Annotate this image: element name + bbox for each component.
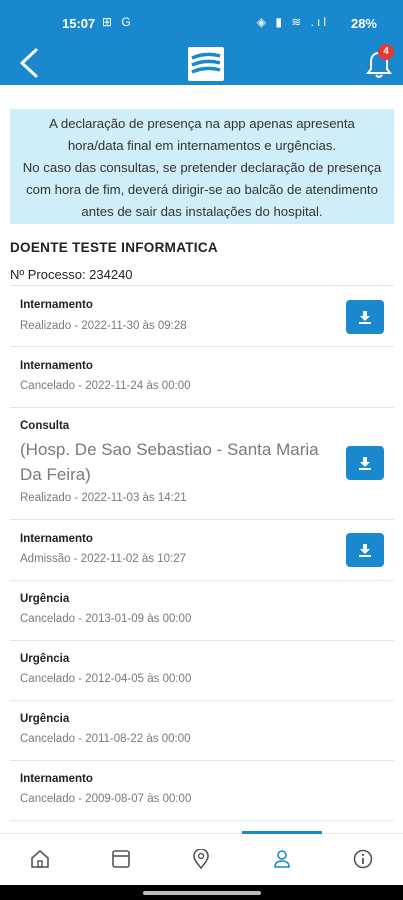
- record-status: Realizado - 2022-11-03 às 14:21: [20, 492, 187, 504]
- presence-declaration-notice: A declaração de presença na app apenas a…: [10, 109, 394, 224]
- download-button[interactable]: [346, 300, 384, 334]
- battery-level: 28%: [350, 16, 377, 31]
- record-item: Internamento Realizado - 2022-11-30 às 0…: [10, 286, 394, 347]
- record-type: Internamento: [20, 299, 93, 311]
- record-item: Internamento Admissão - 2022-11-02 às 10…: [10, 520, 394, 581]
- record-type: Urgência: [20, 713, 70, 725]
- app-logo: [188, 47, 224, 81]
- record-type: Urgência: [20, 593, 70, 605]
- home-icon: [31, 850, 49, 868]
- record-type: Consulta: [20, 420, 70, 432]
- status-left-icons: ⊞ G: [102, 15, 134, 29]
- record-status: Admissão - 2022-11-02 às 10:27: [20, 553, 186, 565]
- notification-badge: 4: [378, 44, 394, 60]
- card-icon: [112, 850, 130, 868]
- record-item: Urgência Cancelado - 2013-01-09 às 00:00: [10, 581, 394, 641]
- nav-info[interactable]: [323, 834, 403, 886]
- home-gesture-handle[interactable]: [143, 891, 261, 895]
- status-time: 15:07: [62, 16, 96, 31]
- process-number: Nº Processo: 234240: [10, 267, 133, 282]
- gesture-bar: [0, 885, 403, 900]
- notice-line: No caso das consultas, se pretender decl…: [22, 160, 382, 175]
- record-status: Cancelado - 2013-01-09 às 00:00: [20, 613, 192, 625]
- record-status: Cancelado - 2012-04-05 às 00:00: [20, 673, 192, 685]
- download-icon: [359, 544, 371, 557]
- record-type: Urgência: [20, 653, 70, 665]
- record-status: Cancelado - 2022-11-24 às 00:00: [20, 380, 191, 392]
- record-item: Consulta (Hosp. De Sao Sebastiao - Santa…: [10, 408, 394, 520]
- record-type: Internamento: [20, 360, 93, 372]
- record-status: Cancelado - 2011-08-22 às 00:00: [20, 733, 191, 745]
- record-item: Urgência Cancelado - 2011-08-22 às 00:00: [10, 701, 394, 761]
- notice-line: com hora de fim, deverá dirigir-se ao ba…: [26, 182, 378, 197]
- nav-card[interactable]: [81, 834, 161, 886]
- record-item: Internamento Cancelado - 2009-08-07 às 0…: [10, 761, 394, 821]
- download-icon: [359, 457, 371, 470]
- record-status: Cancelado - 2009-08-07 às 00:00: [20, 793, 192, 805]
- profile-icon: [274, 850, 290, 868]
- download-icon: [359, 311, 371, 324]
- download-button[interactable]: [346, 446, 384, 480]
- notice-line: A declaração de presença na app apenas a…: [49, 116, 355, 131]
- status-bar: 15:07 ⊞ G ◈ ▮ ≋ .ıl 28%: [0, 0, 403, 44]
- app-bar: 4: [0, 44, 403, 85]
- record-item: Internamento Cancelado - 2022-11-24 às 0…: [10, 347, 394, 408]
- back-button[interactable]: [14, 46, 48, 80]
- record-status: Realizado - 2022-11-30 às 09:28: [20, 320, 187, 332]
- patient-name: DOENTE TESTE INFORMATICA: [10, 240, 218, 255]
- record-type: Internamento: [20, 533, 93, 545]
- notice-line: antes de sair das instalações do hospita…: [81, 204, 323, 219]
- record-location: (Hosp. De Sao Sebastiao - Santa Maria Da…: [20, 440, 319, 484]
- nav-home[interactable]: [0, 834, 80, 886]
- chevron-left-icon: [20, 48, 38, 78]
- record-item: Urgência Cancelado - 2012-04-05 às 00:00: [10, 641, 394, 701]
- download-button[interactable]: [346, 533, 384, 567]
- notice-line: hora/data final em internamentos e urgên…: [67, 138, 337, 153]
- status-right-icons: ◈ ▮ ≋ .ıl: [256, 15, 329, 29]
- record-type: Internamento: [20, 773, 93, 785]
- nav-profile[interactable]: [242, 834, 322, 886]
- nav-location[interactable]: [161, 834, 241, 886]
- info-icon: [353, 849, 373, 869]
- location-pin-icon: [193, 849, 209, 869]
- bottom-navigation: [0, 831, 403, 886]
